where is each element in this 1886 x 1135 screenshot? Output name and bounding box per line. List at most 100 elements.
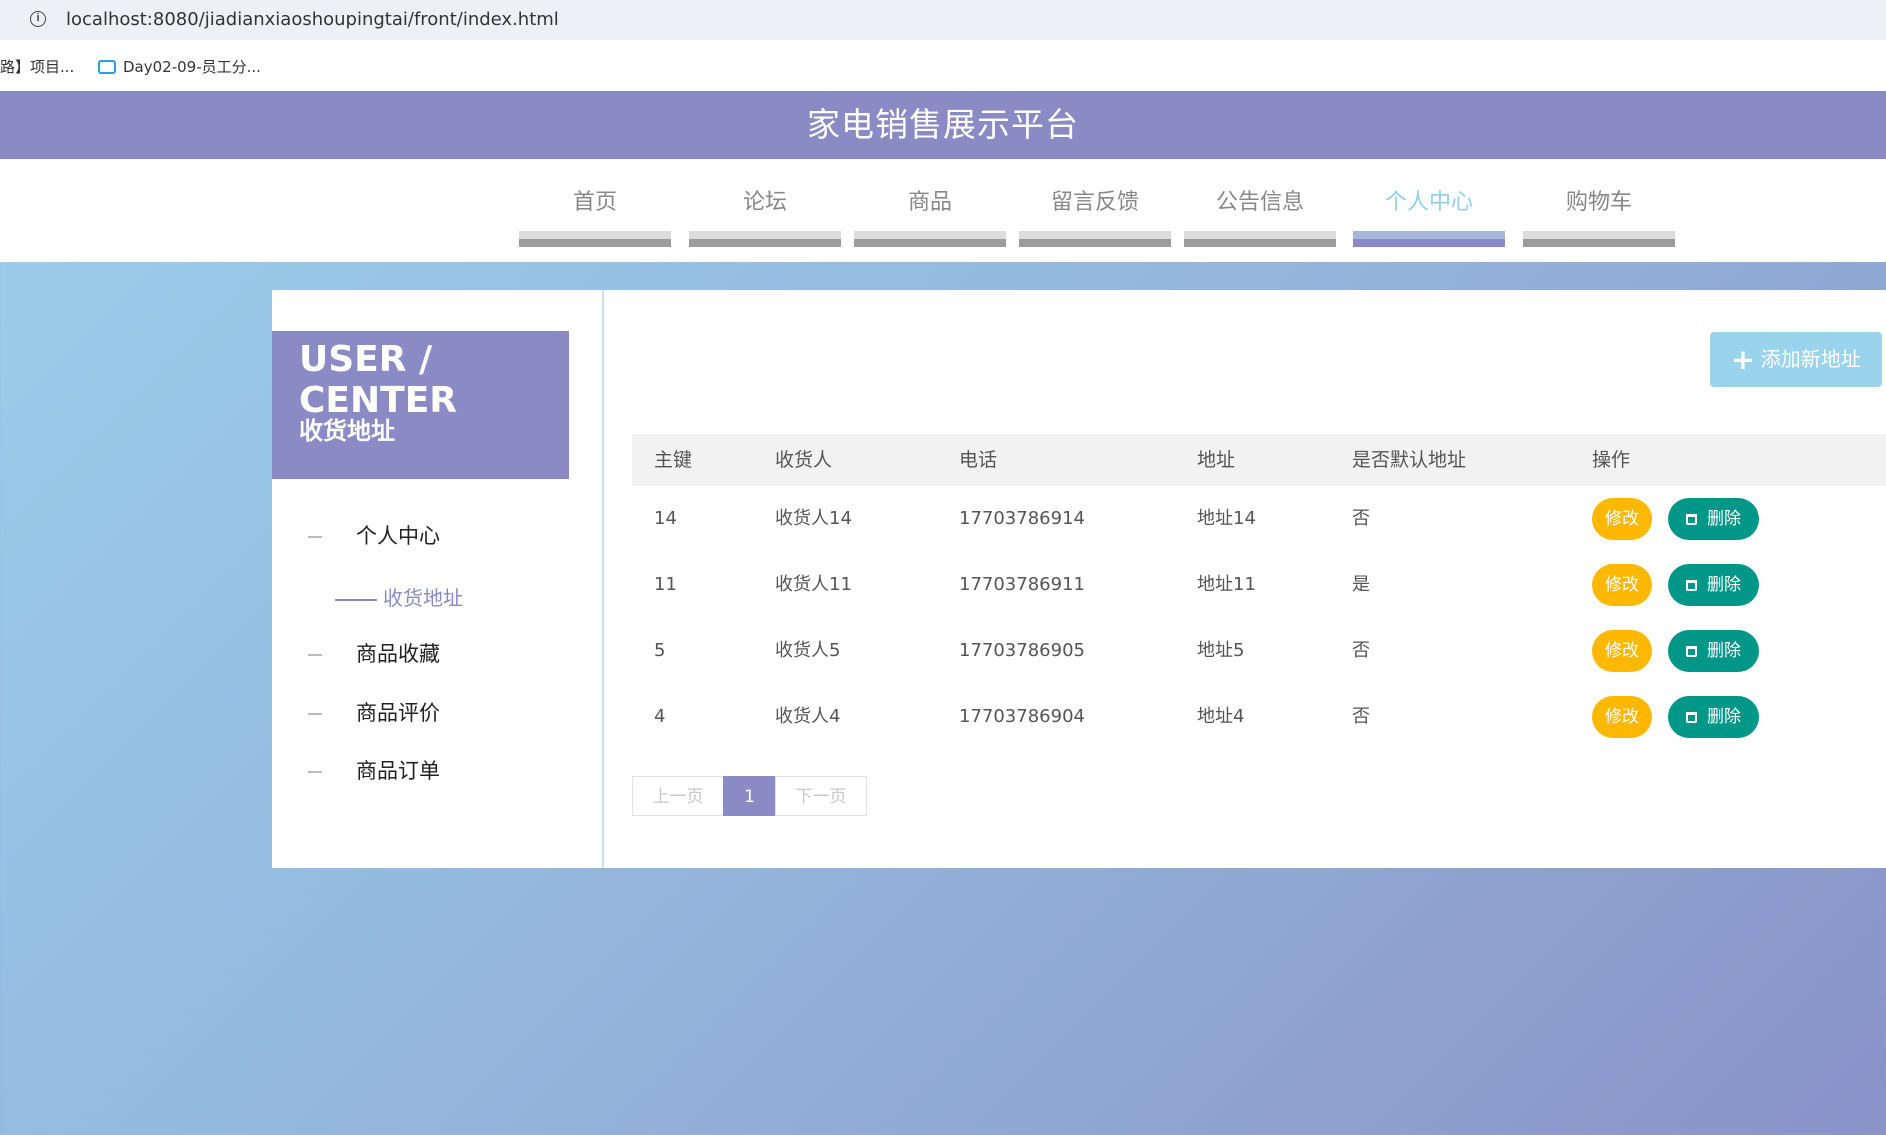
url-text[interactable]: localhost:8080/jiadianxiaoshoupingtai/fr…	[66, 9, 559, 30]
table-row: 14 收货人14 17703786914 地址14 否 修改 删除	[632, 486, 1886, 552]
table-row: 5 收货人5 17703786905 地址5 否 修改 删除	[632, 618, 1886, 684]
sidebar-subtitle: 收货地址	[299, 417, 395, 445]
delete-button[interactable]: 删除	[1668, 696, 1759, 738]
col-header: 是否默认地址	[1352, 449, 1467, 471]
sidebar-item-label: 商品收藏	[356, 642, 440, 666]
nav-home[interactable]: 首页	[519, 189, 671, 247]
col-header: 收货人	[775, 449, 833, 471]
cell-default: 是	[1352, 574, 1370, 595]
sidebar-title: USER / CENTER	[299, 339, 458, 421]
nav-underline	[1353, 231, 1505, 247]
sidebar-item-favorites[interactable]: 商品收藏	[308, 638, 440, 668]
delete-button[interactable]: 删除	[1668, 498, 1759, 540]
edit-button[interactable]: 修改	[1592, 498, 1652, 540]
trash-icon	[1686, 646, 1697, 657]
trash-icon	[1686, 712, 1697, 723]
nav-label: 购物车	[1565, 190, 1632, 215]
main-nav: 首页 论坛 商品 留言反馈 公告信息 个人中心 购物车	[0, 159, 1886, 262]
prev-page-button[interactable]: 上一页	[632, 776, 724, 816]
cell-id: 14	[654, 508, 677, 529]
cell-default: 否	[1352, 706, 1370, 727]
cell-phone: 17703786911	[959, 574, 1085, 595]
bookmark-label: Day02-09-员工分...	[123, 58, 261, 76]
cell-default: 否	[1352, 508, 1370, 529]
active-line-icon	[335, 598, 377, 601]
page-1-button[interactable]: 1	[723, 776, 776, 816]
sidebar-item-addresses[interactable]: 收货地址	[335, 582, 463, 611]
trash-icon	[1686, 514, 1697, 525]
dash-icon	[308, 654, 322, 656]
edit-button[interactable]: 修改	[1592, 564, 1652, 606]
nav-underline	[519, 231, 671, 247]
nav-personal-center[interactable]: 个人中心	[1353, 189, 1505, 247]
trash-icon	[1686, 580, 1697, 591]
edit-button[interactable]: 修改	[1592, 630, 1652, 672]
sidebar-item-personal-center[interactable]: 个人中心	[308, 520, 440, 550]
nav-forum[interactable]: 论坛	[689, 189, 841, 247]
nav-underline	[689, 231, 841, 247]
cell-phone: 17703786914	[959, 508, 1085, 529]
sidebar-item-reviews[interactable]: 商品评价	[308, 697, 440, 727]
delete-label: 删除	[1707, 641, 1741, 661]
col-header: 地址	[1197, 449, 1236, 471]
cell-address: 地址4	[1197, 706, 1245, 727]
dash-icon	[308, 536, 322, 538]
nav-feedback[interactable]: 留言反馈	[1019, 189, 1171, 247]
bilibili-icon	[98, 60, 116, 74]
cell-receiver: 收货人4	[775, 706, 841, 727]
edit-button[interactable]: 修改	[1592, 696, 1652, 738]
table-row: 4 收货人4 17703786904 地址4 否 修改 删除	[632, 684, 1886, 750]
delete-label: 删除	[1707, 509, 1741, 529]
dash-icon	[308, 713, 322, 715]
cell-id: 5	[654, 640, 666, 661]
nav-products[interactable]: 商品	[854, 189, 1006, 247]
delete-button[interactable]: 删除	[1668, 564, 1759, 606]
sidebar-item-label: 个人中心	[356, 524, 440, 548]
cell-receiver: 收货人11	[775, 574, 852, 595]
nav-label: 个人中心	[1384, 190, 1473, 215]
nav-label: 首页	[572, 190, 617, 215]
sidebar-item-label: 收货地址	[383, 586, 463, 610]
add-address-label: 添加新地址	[1760, 347, 1861, 371]
nav-underline	[1019, 231, 1171, 247]
sidebar-header: USER / CENTER 收货地址	[272, 331, 569, 479]
address-bar[interactable]: i localhost:8080/jiadianxiaoshoupingtai/…	[0, 0, 1886, 40]
nav-cart[interactable]: 购物车	[1523, 189, 1675, 247]
bookmark-item[interactable]: Day02-09-员工分...	[98, 56, 261, 77]
nav-underline	[1184, 231, 1336, 247]
sidebar-item-label: 商品评价	[356, 701, 440, 725]
cell-default: 否	[1352, 640, 1370, 661]
cell-address: 地址5	[1197, 640, 1245, 661]
next-page-button[interactable]: 下一页	[775, 776, 867, 816]
address-table: 主键 收货人 电话 地址 是否默认地址 操作 14 收货人14 17703786…	[632, 434, 1886, 750]
user-center-sidebar: USER / CENTER 收货地址 个人中心 收货地址 商品收藏 商品评价 商…	[272, 290, 602, 868]
delete-label: 删除	[1707, 707, 1741, 727]
bookmark-item[interactable]: 路】项目...	[0, 56, 74, 77]
site-info-icon[interactable]: i	[30, 11, 46, 27]
add-address-button[interactable]: + 添加新地址	[1710, 332, 1882, 387]
table-header: 主键 收货人 电话 地址 是否默认地址 操作	[632, 434, 1886, 486]
bookmarks-bar: 路】项目... Day02-09-员工分...	[0, 40, 1886, 91]
cell-phone: 17703786905	[959, 640, 1085, 661]
col-header: 电话	[959, 449, 998, 471]
dash-icon	[308, 771, 322, 773]
delete-label: 删除	[1707, 575, 1741, 595]
delete-button[interactable]: 删除	[1668, 630, 1759, 672]
nav-announcements[interactable]: 公告信息	[1184, 189, 1336, 247]
plus-icon: +	[1731, 343, 1755, 376]
cell-address: 地址14	[1197, 508, 1256, 529]
nav-label: 商品	[907, 190, 952, 215]
sidebar-item-orders[interactable]: 商品订单	[308, 755, 440, 785]
table-row: 11 收货人11 17703786911 地址11 是 修改 删除	[632, 552, 1886, 618]
sidebar-item-label: 商品订单	[356, 759, 440, 783]
cell-receiver: 收货人5	[775, 640, 841, 661]
col-header: 主键	[654, 449, 693, 471]
nav-label: 留言反馈	[1050, 190, 1139, 215]
nav-underline	[854, 231, 1006, 247]
cell-receiver: 收货人14	[775, 508, 852, 529]
nav-underline	[1523, 231, 1675, 247]
site-title: 家电销售展示平台	[807, 105, 1079, 144]
cell-id: 4	[654, 706, 666, 727]
cell-address: 地址11	[1197, 574, 1256, 595]
nav-label: 论坛	[742, 190, 787, 215]
